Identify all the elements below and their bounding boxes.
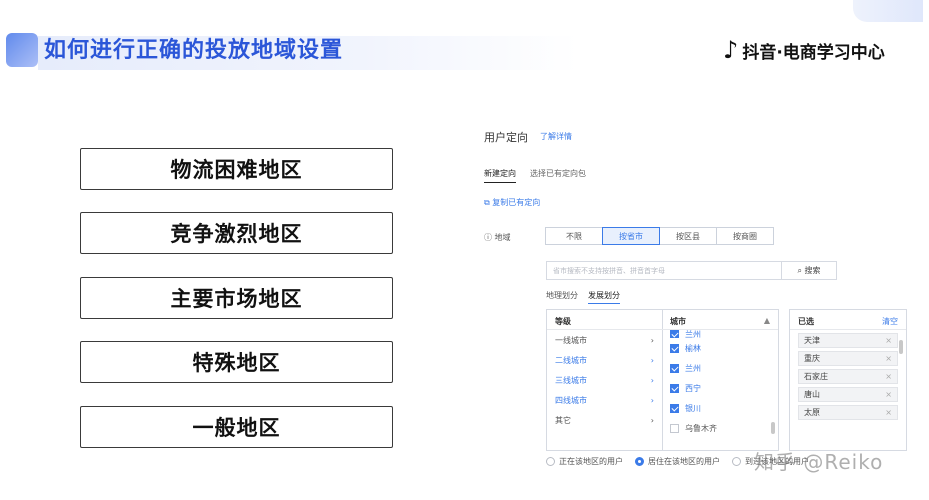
segment-unlimited[interactable]: 不限 [545, 227, 603, 245]
close-icon[interactable]: × [885, 336, 892, 345]
checkbox[interactable] [670, 330, 679, 338]
close-icon[interactable]: × [885, 408, 892, 417]
checkbox[interactable] [670, 423, 679, 433]
region-box-special: 特殊地区 [80, 341, 393, 383]
checkbox[interactable] [670, 383, 679, 393]
level-header: 等级 [547, 310, 662, 330]
list-item[interactable]: 一线城市 › [547, 330, 662, 350]
close-icon[interactable]: × [885, 354, 892, 363]
help-link[interactable]: 了解详情 [540, 131, 572, 142]
selected-tag: 重庆 × [798, 351, 898, 366]
radio-circle [635, 457, 644, 466]
selected-tag: 太原 × [798, 405, 898, 420]
selected-tag: 天津 × [798, 333, 898, 348]
checkbox[interactable] [670, 343, 679, 353]
clear-button[interactable]: 清空 [882, 316, 898, 326]
scrollbar[interactable] [771, 422, 775, 434]
region-box-main-market: 主要市场地区 [80, 277, 393, 319]
search-icon: ⌕ [797, 265, 805, 275]
selected-list: 已选 清空 天津 × 重庆 × 石家庄 × 唐山 × 太原 × [789, 309, 907, 451]
panel-title: 用户定向 [484, 131, 528, 144]
segment-by-business-area[interactable]: 按商圈 [716, 227, 774, 245]
user-targeting-panel: 用户定向 了解详情 新建定向 选择已有定向包 ⧉ 复制已有定向 ⓘ 地域 不限 … [476, 118, 921, 498]
title-accent-block [6, 33, 38, 67]
close-icon[interactable]: × [885, 372, 892, 381]
list-item[interactable]: 榆林 [662, 338, 778, 358]
slide-title: 如何进行正确的投放地域设置 [44, 38, 344, 63]
chevron-right-icon: › [650, 335, 654, 345]
radio-circle [546, 457, 555, 466]
region-box-logistics: 物流困难地区 [80, 148, 393, 190]
radio-residence[interactable]: 居住在该地区的用户 [635, 456, 720, 467]
area-label-text: 地域 [494, 233, 511, 242]
watermark: 知乎 @Reiko [754, 450, 884, 474]
division-tabs: 地理划分 发展划分 [546, 290, 620, 304]
scroll-up-icon: ▲ [763, 316, 770, 325]
tab-new-targeting[interactable]: 新建定向 [484, 168, 516, 183]
search-button-label: 搜索 [804, 266, 821, 275]
segment-by-province[interactable]: 按省市 [602, 227, 660, 245]
list-item[interactable]: 银川 [662, 398, 778, 418]
scrollbar[interactable] [899, 340, 903, 354]
checkbox[interactable] [670, 363, 679, 373]
region-box-competitive: 竞争激烈地区 [80, 212, 393, 254]
corner-decoration [853, 0, 923, 22]
list-item[interactable]: 兰州 [662, 358, 778, 378]
copy-targeting-link[interactable]: ⧉ 复制已有定向 [484, 197, 540, 208]
tab-geographic[interactable]: 地理划分 [546, 290, 578, 304]
logo-text: 抖音·电商学习中心 [742, 42, 885, 63]
area-mode-segmented: 不限 按省市 按区县 按商圈 [545, 227, 774, 245]
close-icon[interactable]: × [885, 390, 892, 399]
selected-tag: 石家庄 × [798, 369, 898, 384]
selected-header: 已选 清空 [790, 310, 906, 330]
chevron-right-icon: › [650, 375, 654, 385]
douyin-note-icon: ♪ [723, 36, 739, 64]
segment-by-district[interactable]: 按区县 [659, 227, 717, 245]
list-item[interactable]: 三线城市 › [547, 370, 662, 390]
copy-targeting-label: 复制已有定向 [492, 198, 541, 207]
selected-tag: 唐山 × [798, 387, 898, 402]
list-item[interactable]: 乌鲁木齐 [662, 418, 778, 438]
region-search-input[interactable]: 省市搜索不支持按拼音、拼音首字母 [546, 261, 782, 280]
tab-development[interactable]: 发展划分 [588, 290, 620, 304]
city-list: 城市 ▲ 兰州 榆林 兰州 西宁 银川 乌鲁木齐 [662, 309, 779, 451]
city-level-list: 等级 一线城市 › 二线城市 › 三线城市 › 四线城市 › 其它 › [546, 309, 663, 451]
list-item[interactable]: 四线城市 › [547, 390, 662, 410]
list-item[interactable]: 二线城市 › [547, 350, 662, 370]
chevron-right-icon: › [650, 415, 654, 425]
chevron-right-icon: › [650, 355, 654, 365]
list-item[interactable]: 西宁 [662, 378, 778, 398]
region-box-general: 一般地区 [80, 406, 393, 448]
radio-current-location[interactable]: 正在该地区的用户 [546, 456, 623, 467]
help-circle-icon: ⓘ [484, 233, 495, 242]
targeting-tabs: 新建定向 选择已有定向包 [484, 168, 586, 183]
area-label: ⓘ 地域 [484, 232, 511, 243]
chevron-right-icon: › [650, 395, 654, 405]
checkbox[interactable] [670, 403, 679, 413]
search-button[interactable]: ⌕ 搜索 [781, 261, 837, 280]
city-header: 城市 ▲ [662, 310, 778, 330]
title-bar: 如何进行正确的投放地域设置 ♪ 抖音·电商学习中心 [0, 0, 929, 80]
list-item[interactable]: 其它 › [547, 410, 662, 430]
radio-circle [732, 457, 741, 466]
douyin-logo: ♪ 抖音·电商学习中心 [723, 36, 885, 64]
tab-existing-package[interactable]: 选择已有定向包 [530, 168, 586, 183]
list-item[interactable]: 兰州 [662, 330, 778, 338]
